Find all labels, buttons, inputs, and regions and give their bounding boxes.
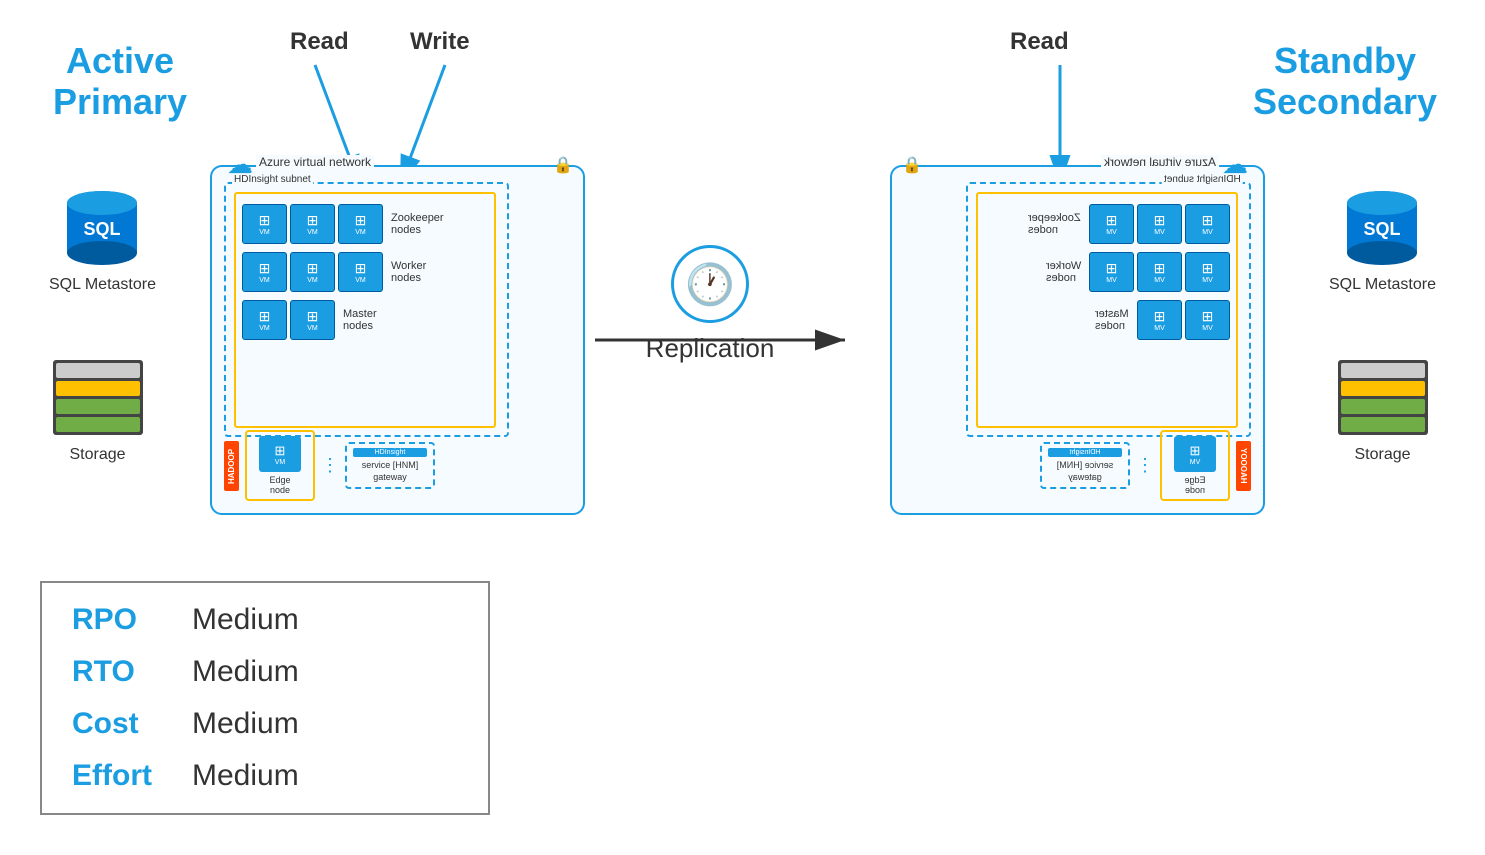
effort-value: Medium xyxy=(192,759,299,793)
vnet-right-label: Azure virtual network xyxy=(1101,155,1219,169)
storage-left: Storage xyxy=(20,355,175,464)
metrics-box: RPO Medium RTO Medium Cost Medium Effort… xyxy=(40,581,490,815)
read-label-left: Read xyxy=(290,28,349,56)
read-label-right: Read xyxy=(1010,28,1069,56)
vnet-left-label: Azure virtual network xyxy=(256,155,374,169)
active-primary-label: ActivePrimary xyxy=(30,40,210,123)
hdinsight-subnet-left: HDInsight subnet ⊞VM ⊞VM ⊞VM xyxy=(224,182,509,437)
hdinsight-subnet-right: HDInsight subnet ⊞MV ⊞MV ⊞MV xyxy=(966,182,1251,437)
rto-key: RTO xyxy=(72,655,172,689)
standby-secondary-label: StandbySecondary xyxy=(1230,40,1460,123)
replication-circle: 🕐 xyxy=(671,245,749,323)
rto-value: Medium xyxy=(192,655,299,689)
svg-text:SQL: SQL xyxy=(83,219,120,239)
rpo-key: RPO xyxy=(72,603,172,637)
sql-metastore-right: SQL SQL Metastore xyxy=(1310,185,1455,294)
storage-right: Storage xyxy=(1305,355,1460,464)
sql-metastore-left: SQL SQL Metastore xyxy=(30,185,175,294)
replication-section: 🕐 Replication xyxy=(635,245,785,364)
vnet-right-box: ☁ Azure virtual network 🔒 HDInsight subn… xyxy=(890,165,1265,515)
subnet-label-right: HDInsight subnet xyxy=(1162,174,1243,185)
main-container: { "left": { "active_primary": "Active\nP… xyxy=(0,0,1485,855)
subnet-label-left: HDInsight subnet xyxy=(232,174,313,185)
storage-left-label: Storage xyxy=(20,446,175,464)
sql-metastore-right-label: SQL Metastore xyxy=(1310,276,1455,294)
vnet-left-box: ☁ Azure virtual network 🔒 HDInsight subn… xyxy=(210,165,585,515)
svg-text:SQL: SQL xyxy=(1363,219,1400,239)
write-label: Write xyxy=(410,28,470,56)
cost-value: Medium xyxy=(192,707,299,741)
sql-metastore-left-label: SQL Metastore xyxy=(30,276,175,294)
lock-icon-left: 🔒 xyxy=(553,155,573,175)
effort-key: Effort xyxy=(72,759,172,793)
storage-right-label: Storage xyxy=(1305,446,1460,464)
lock-icon-right: 🔒 xyxy=(902,155,922,175)
replication-label: Replication xyxy=(635,333,785,364)
cost-key: Cost xyxy=(72,707,172,741)
rpo-value: Medium xyxy=(192,603,299,637)
